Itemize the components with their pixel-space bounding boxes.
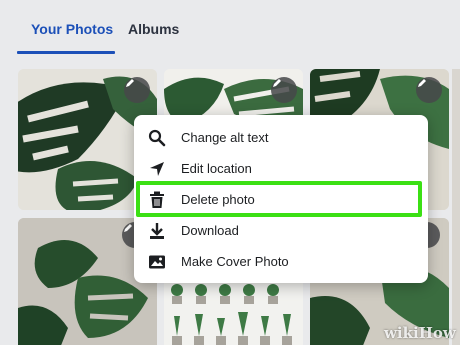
photo-tabs: Your Photos Albums — [0, 0, 460, 62]
menu-item-label: Delete photo — [181, 192, 255, 207]
active-tab-indicator — [17, 51, 115, 54]
location-arrow-icon — [146, 159, 168, 179]
pencil-icon — [418, 79, 426, 87]
edit-photo-button[interactable] — [271, 77, 297, 103]
menu-item-download[interactable]: Download — [140, 215, 422, 246]
image-icon — [146, 252, 168, 272]
tab-albums[interactable]: Albums — [128, 21, 179, 37]
search-icon — [146, 128, 168, 148]
menu-item-edit-location[interactable]: Edit location — [140, 153, 422, 184]
menu-item-label: Make Cover Photo — [181, 254, 289, 269]
scroll-edge — [452, 69, 460, 345]
menu-item-make-cover-photo[interactable]: Make Cover Photo — [140, 246, 422, 277]
pencil-icon — [124, 224, 132, 232]
edit-photo-button[interactable] — [416, 77, 442, 103]
edit-photo-button[interactable] — [124, 77, 150, 103]
trash-icon — [146, 190, 168, 210]
menu-item-label: Download — [181, 223, 239, 238]
photo-context-menu: Change alt text Edit location Delete pho… — [134, 115, 428, 283]
menu-item-label: Change alt text — [181, 130, 269, 145]
pencil-icon — [273, 79, 281, 87]
menu-item-delete-photo[interactable]: Delete photo — [140, 184, 422, 215]
menu-item-label: Edit location — [181, 161, 252, 176]
pencil-icon — [126, 79, 134, 87]
watermark: wikiHow — [384, 324, 456, 342]
tab-your-photos[interactable]: Your Photos — [31, 21, 113, 37]
download-icon — [146, 221, 168, 241]
menu-item-change-alt-text[interactable]: Change alt text — [140, 122, 422, 153]
